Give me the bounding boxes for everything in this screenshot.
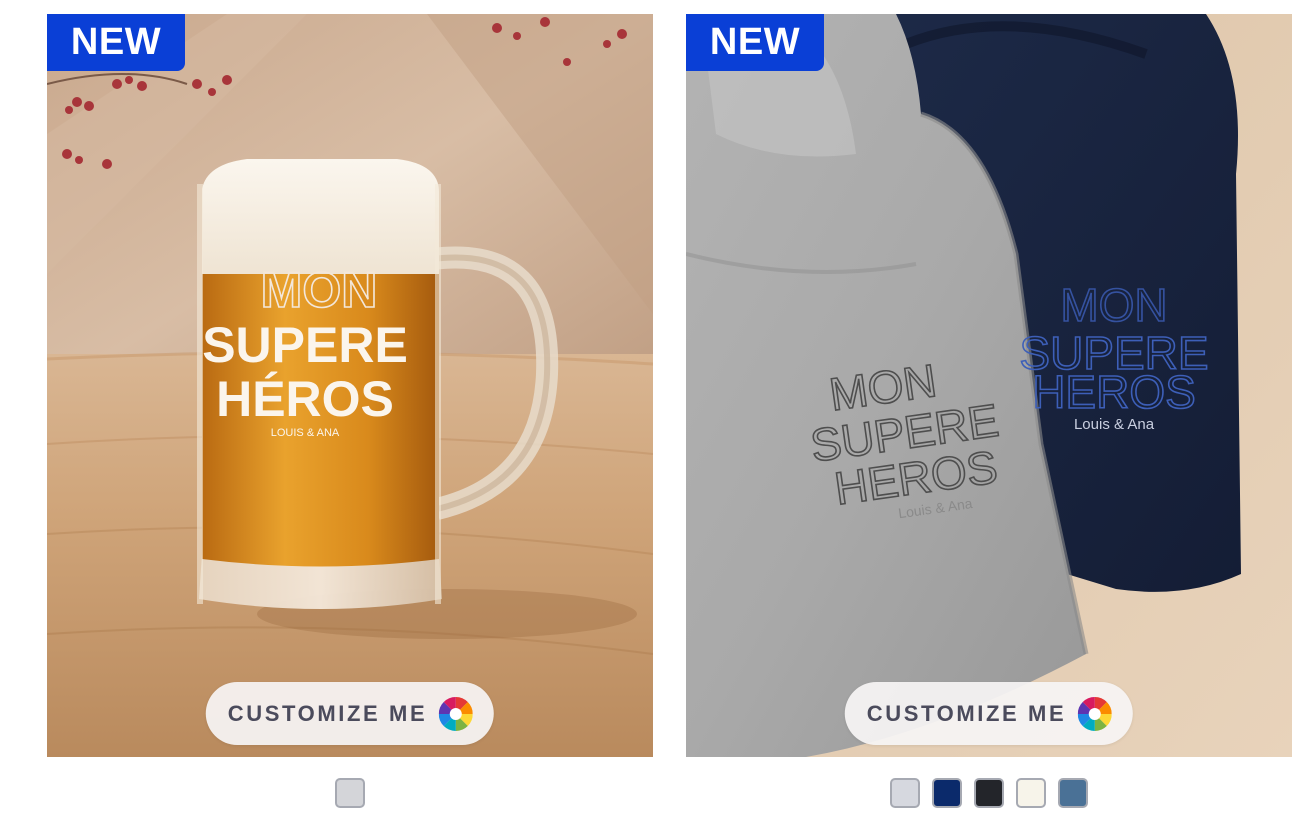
swatch-navy[interactable] <box>932 778 962 808</box>
swatch-black[interactable] <box>974 778 1004 808</box>
navy-hoodie-line3: HEROS <box>1032 366 1196 418</box>
mug-print-line2: SUPERE <box>202 317 408 373</box>
product-card-hoodie[interactable]: MON SUPERE HEROS Louis & Ana MON SUPERE … <box>686 14 1292 808</box>
new-badge: NEW <box>686 14 824 71</box>
swatch-cream[interactable] <box>1016 778 1046 808</box>
customize-me-button[interactable]: CUSTOMIZE ME <box>844 682 1134 745</box>
color-swatches <box>686 778 1292 808</box>
hoodie-scene: MON SUPERE HEROS Louis & Ana MON SUPERE … <box>686 14 1292 757</box>
color-wheel-icon <box>439 696 474 731</box>
mug-print-line4: LOUIS & ANA <box>271 427 340 439</box>
product-card-beer-mug[interactable]: MON SUPERE HÉROS LOUIS & ANA NEW CUSTOMI… <box>47 14 653 808</box>
navy-hoodie-line1: MON <box>1060 279 1167 331</box>
mug-print-line1: MON <box>261 262 378 318</box>
product-image-hoodie[interactable]: MON SUPERE HEROS Louis & Ana MON SUPERE … <box>686 14 1292 757</box>
customize-me-label: CUSTOMIZE ME <box>227 700 428 726</box>
new-badge: NEW <box>47 14 185 71</box>
product-image-beer-mug[interactable]: MON SUPERE HÉROS LOUIS & ANA NEW CUSTOMI… <box>47 14 653 757</box>
color-swatches <box>47 778 653 808</box>
beer-mug-scene: MON SUPERE HÉROS LOUIS & ANA <box>47 14 653 757</box>
customize-me-button[interactable]: CUSTOMIZE ME <box>205 682 495 745</box>
swatch-steel-blue[interactable] <box>1058 778 1088 808</box>
customize-me-label: CUSTOMIZE ME <box>866 700 1067 726</box>
color-wheel-icon <box>1078 696 1113 731</box>
navy-hoodie-line4: Louis & Ana <box>1074 416 1155 433</box>
swatch-clear[interactable] <box>335 778 365 808</box>
mug-print-line3: HÉROS <box>216 371 394 427</box>
swatch-heather-grey[interactable] <box>890 778 920 808</box>
